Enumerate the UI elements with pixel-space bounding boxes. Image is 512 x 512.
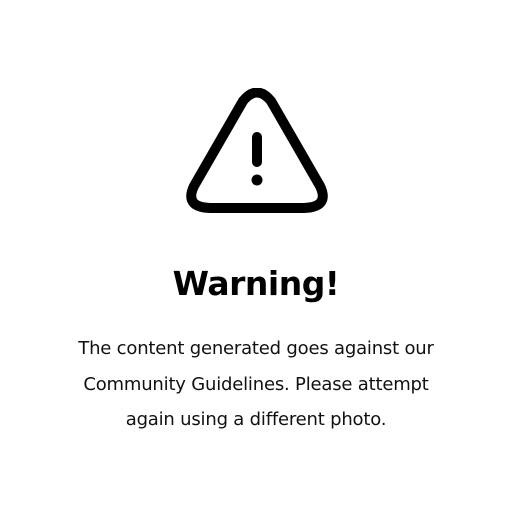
warning-title: Warning!	[172, 264, 340, 303]
warning-message-line: again using a different photo.	[125, 409, 387, 430]
warning-screen: Warning! The content generated goes agai…	[0, 0, 512, 512]
exclamation-dot	[251, 174, 263, 186]
warning-message-line: The content generated goes against our	[78, 338, 434, 359]
warning-triangle-icon	[186, 88, 328, 213]
warning-message-line: Community Guidelines. Please attempt	[83, 373, 429, 395]
warning-message: The content generated goes against our C…	[30, 331, 482, 438]
